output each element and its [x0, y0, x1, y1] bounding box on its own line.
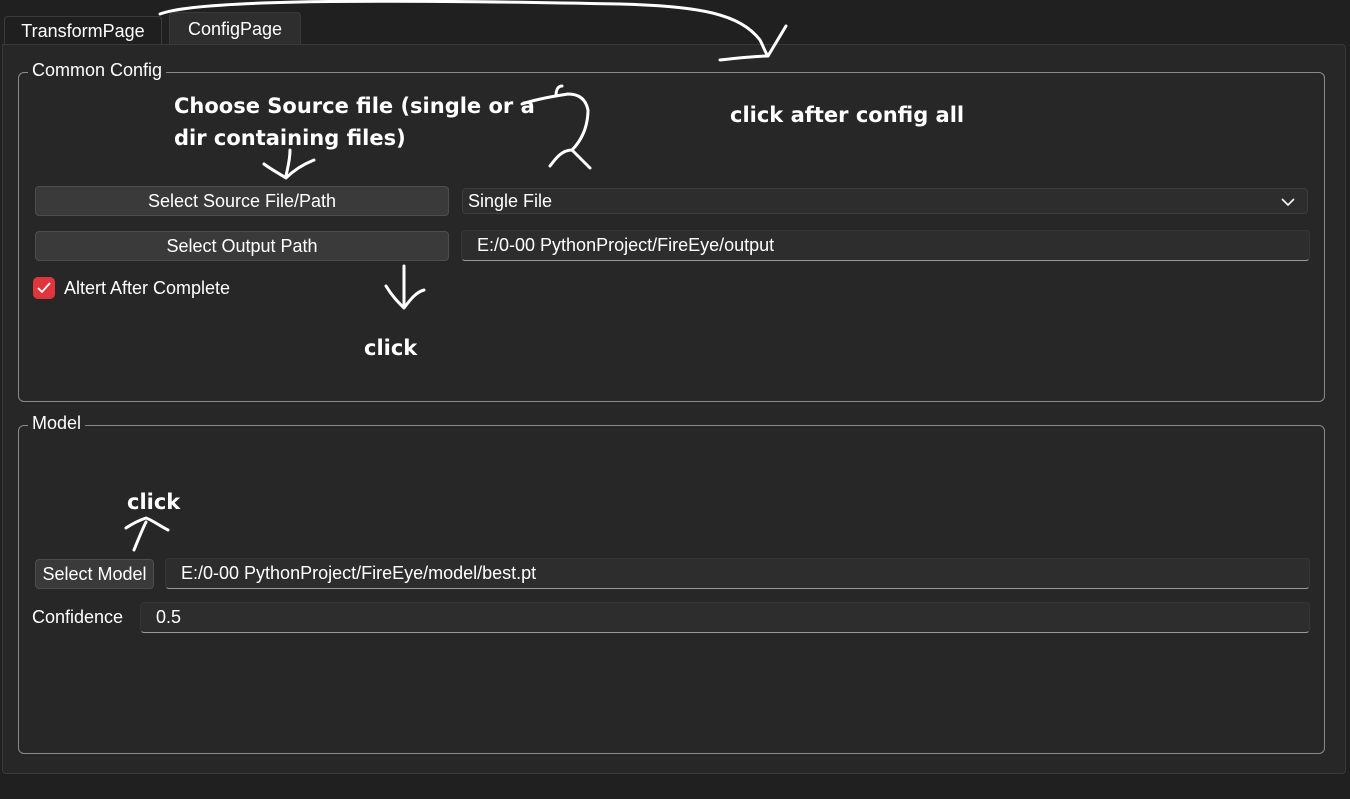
annotation-choose-source-line1: Choose Source file (single or a — [174, 94, 535, 118]
app-window: TransformPage ConfigPage Common Config S… — [0, 0, 1350, 799]
confidence-label: Confidence — [32, 607, 124, 627]
checkmark-icon — [37, 282, 51, 294]
model-title: Model — [28, 412, 86, 434]
alert-checkbox[interactable] — [33, 277, 55, 299]
annotation-click-after-config: click after config all — [730, 103, 965, 127]
output-path-field[interactable]: E:/0-00 PythonProject/FireEye/output — [461, 230, 1310, 261]
confidence-field[interactable]: 0.5 — [140, 602, 1310, 633]
source-mode-selected: Single File — [468, 191, 553, 211]
tab-config-page[interactable]: ConfigPage — [169, 12, 301, 44]
tab-bar: TransformPage ConfigPage — [0, 10, 1350, 44]
alert-checkbox-label[interactable]: Altert After Complete — [64, 278, 230, 299]
select-source-button[interactable]: Select Source File/Path — [35, 186, 449, 216]
common-config-title: Common Config — [28, 59, 167, 81]
annotation-choose-source-line2: dir containing files) — [174, 126, 406, 150]
source-mode-select[interactable]: Single File — [462, 188, 1308, 214]
annotation-click-alert: click — [364, 336, 418, 360]
select-model-button[interactable]: Select Model — [35, 559, 154, 589]
chevron-down-icon — [1281, 198, 1295, 207]
select-output-button[interactable]: Select Output Path — [35, 231, 449, 261]
model-group: Model — [18, 412, 1325, 754]
model-path-field[interactable]: E:/0-00 PythonProject/FireEye/model/best… — [165, 558, 1310, 589]
annotation-click-model: click — [127, 490, 181, 514]
tab-transform-page[interactable]: TransformPage — [4, 16, 162, 44]
